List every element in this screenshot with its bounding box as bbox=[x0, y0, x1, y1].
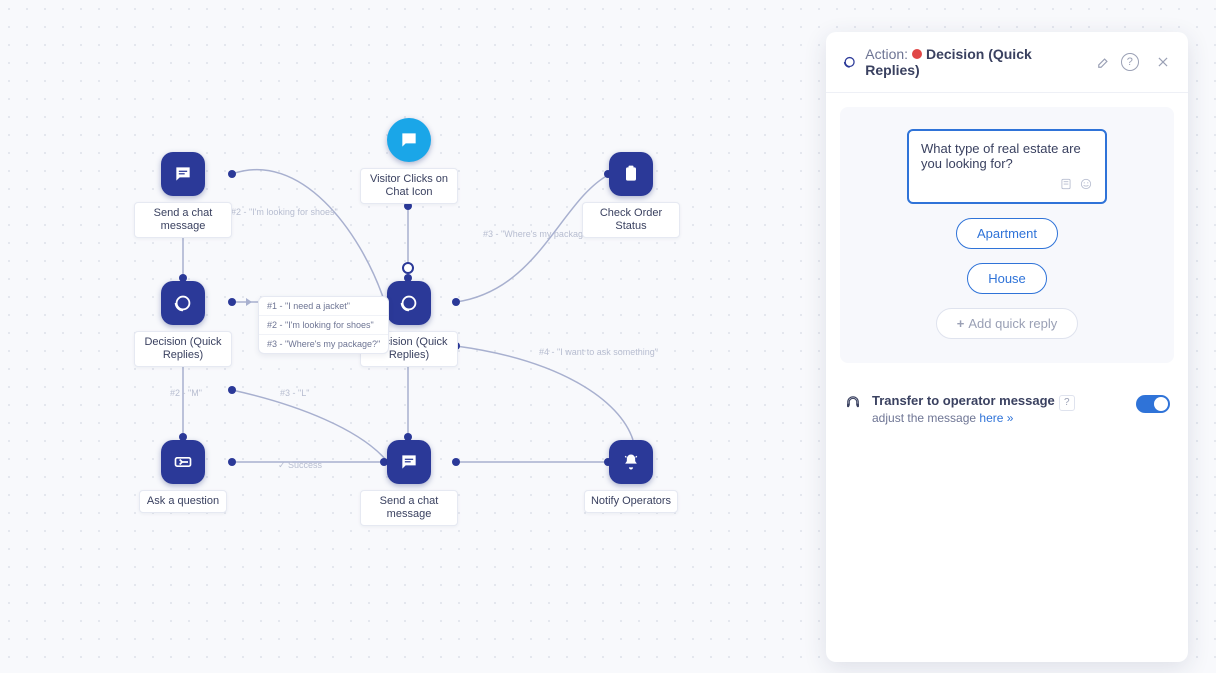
edge-label: #2 - "M" bbox=[170, 388, 202, 398]
edge-label: ✓ Success bbox=[278, 460, 322, 471]
transfer-title: Transfer to operator message? bbox=[872, 393, 1126, 411]
node-visitor-trigger[interactable]: Visitor Clicks on Chat Icon bbox=[360, 118, 458, 204]
panel-body: What type of real estate are you looking… bbox=[826, 93, 1188, 377]
quick-reply-chip[interactable]: House bbox=[967, 263, 1047, 294]
node-label: Notify Operators bbox=[584, 490, 678, 513]
inspector-panel: Action: Decision (Quick Replies) ? What … bbox=[826, 32, 1188, 662]
panel-title: Action: Decision (Quick Replies) bbox=[865, 46, 1079, 78]
quick-reply-chip[interactable]: Apartment bbox=[956, 218, 1058, 249]
edge-label: #2 - "I'm looking for shoes" bbox=[231, 207, 338, 217]
list-item[interactable]: #3 - "Where's my package?" bbox=[259, 335, 388, 353]
node-label: Send a chat message bbox=[360, 490, 458, 526]
node-label: Check Order Status bbox=[582, 202, 680, 238]
transfer-subtext: adjust the message bbox=[872, 411, 979, 425]
bell-icon bbox=[609, 440, 653, 484]
transfer-operator-row: Transfer to operator message? adjust the… bbox=[826, 377, 1188, 425]
decision-icon bbox=[387, 281, 431, 325]
node-label: Visitor Clicks on Chat Icon bbox=[360, 168, 458, 204]
input-icon bbox=[161, 440, 205, 484]
edge-label: #4 - "I want to ask something" bbox=[539, 347, 658, 357]
node-label: Send a chat message bbox=[134, 202, 232, 238]
trigger-icon bbox=[387, 118, 431, 162]
node-send-chat-1[interactable]: Send a chat message bbox=[134, 152, 232, 238]
adjust-message-link[interactable]: here » bbox=[979, 411, 1013, 425]
node-notify-operators[interactable]: Notify Operators bbox=[582, 440, 680, 513]
node-decision-1[interactable]: Decision (Quick Replies) bbox=[134, 281, 232, 367]
panel-header: Action: Decision (Quick Replies) ? bbox=[826, 32, 1188, 93]
decision-icon bbox=[161, 281, 205, 325]
chat-icon bbox=[387, 440, 431, 484]
node-check-order[interactable]: Check Order Status bbox=[582, 152, 680, 238]
decision-icon bbox=[842, 54, 857, 70]
quick-replies-popover[interactable]: #1 - "I need a jacket" #2 - "I'm looking… bbox=[258, 296, 389, 354]
help-icon[interactable]: ? bbox=[1121, 53, 1139, 71]
add-quick-reply-button[interactable]: +Add quick reply bbox=[936, 308, 1078, 339]
close-icon[interactable] bbox=[1155, 53, 1172, 71]
template-icon[interactable] bbox=[1059, 177, 1073, 194]
edge-label: #3 - "L" bbox=[280, 388, 309, 398]
edit-icon[interactable] bbox=[1096, 53, 1113, 71]
emoji-icon[interactable] bbox=[1079, 177, 1093, 194]
headset-icon bbox=[844, 393, 862, 416]
node-send-chat-2[interactable]: Send a chat message bbox=[360, 440, 458, 526]
node-ask-question[interactable]: Ask a question bbox=[134, 440, 232, 513]
list-item[interactable]: #2 - "I'm looking for shoes" bbox=[259, 316, 388, 335]
prompt-input[interactable]: What type of real estate are you looking… bbox=[907, 129, 1107, 204]
clipboard-icon bbox=[609, 152, 653, 196]
list-item[interactable]: #1 - "I need a jacket" bbox=[259, 297, 388, 316]
transfer-toggle[interactable] bbox=[1136, 395, 1170, 413]
node-label: Decision (Quick Replies) bbox=[134, 331, 232, 367]
help-icon[interactable]: ? bbox=[1059, 395, 1075, 411]
prompt-text: What type of real estate are you looking… bbox=[921, 141, 1093, 171]
quick-replies-card: What type of real estate are you looking… bbox=[840, 107, 1174, 363]
edge-label: #3 - "Where's my package?" bbox=[483, 229, 596, 239]
chat-icon bbox=[161, 152, 205, 196]
node-label: Ask a question bbox=[139, 490, 227, 513]
